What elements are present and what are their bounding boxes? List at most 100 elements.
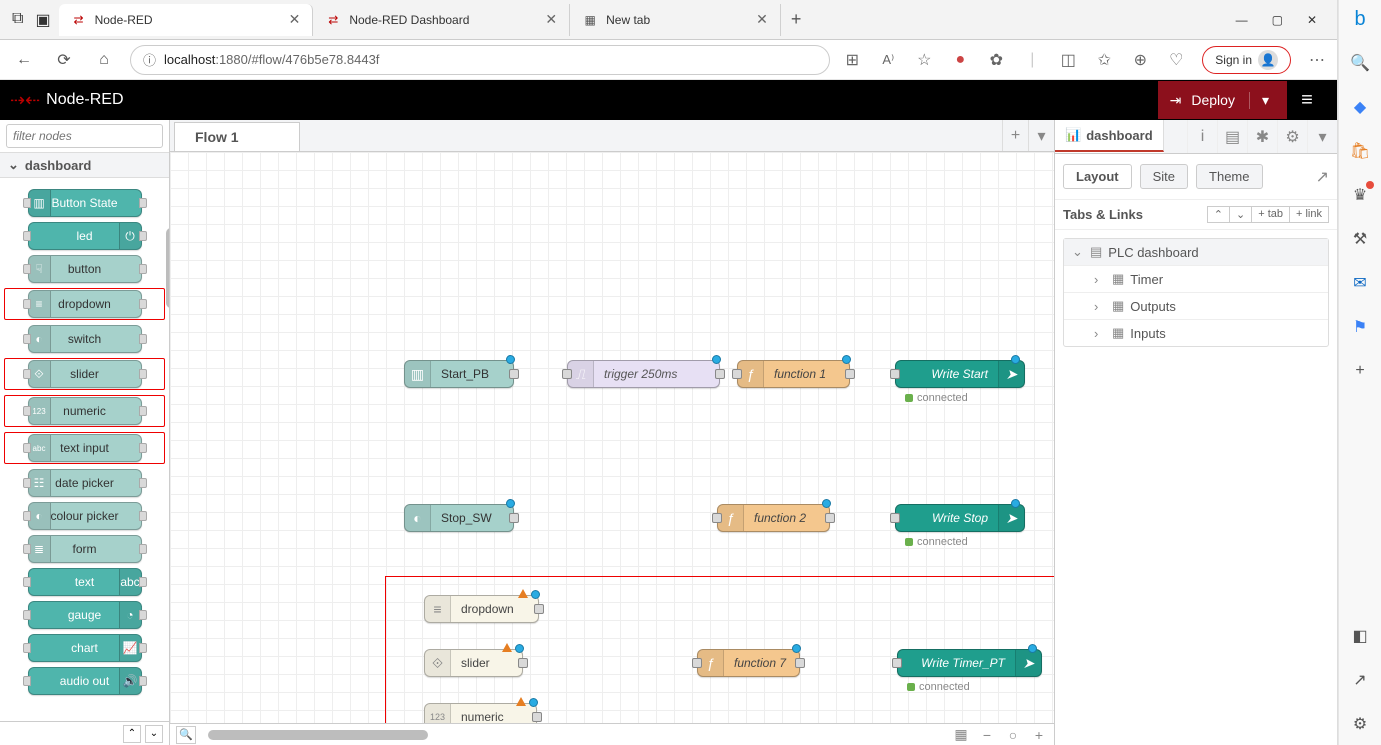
shopping-icon[interactable]: 🛍: [1349, 140, 1371, 162]
tree-item-root[interactable]: ⌄ ▤ PLC dashboard: [1064, 239, 1328, 266]
palette-node-gauge[interactable]: gauge◔: [28, 601, 142, 629]
palette-node-text[interactable]: textabc: [28, 568, 142, 596]
diamond-icon[interactable]: ◆: [1349, 96, 1371, 118]
add-flow-button[interactable]: +: [1002, 120, 1028, 151]
flow-tab[interactable]: Flow 1: [174, 122, 300, 151]
palette-node-form[interactable]: ≣form: [28, 535, 142, 563]
popout-icon[interactable]: ↗: [1316, 167, 1329, 187]
palette-node-switch[interactable]: ◐switch: [28, 325, 142, 353]
config-tab[interactable]: ⚙: [1277, 120, 1307, 153]
home-icon[interactable]: ⌂: [90, 51, 118, 69]
node-function-1[interactable]: ƒ function 1: [737, 360, 850, 388]
tab-overview-icon[interactable]: ▣: [35, 10, 50, 30]
sidebar-tab-dashboard[interactable]: 📊 dashboard: [1055, 120, 1164, 152]
heart-icon[interactable]: ♡: [1166, 50, 1186, 70]
palette-node-numeric[interactable]: 123numeric: [28, 397, 142, 425]
window-minimize-icon[interactable]: —: [1236, 13, 1248, 27]
node-write-timer[interactable]: Write Timer_PT ➤: [897, 649, 1042, 677]
palette-category-header[interactable]: ⌄ dashboard: [0, 152, 169, 178]
layout-tab[interactable]: Layout: [1063, 164, 1132, 189]
browser-tab-0[interactable]: ⇄ Node-RED ✕: [59, 4, 314, 36]
settings-icon[interactable]: ⚙: [1349, 713, 1371, 735]
tree-item-timer[interactable]: › ▦ Timer: [1064, 266, 1328, 293]
palette-filter-input[interactable]: [6, 124, 163, 148]
main-menu-button[interactable]: ≡: [1287, 89, 1327, 112]
more-icon[interactable]: ⋯: [1307, 50, 1327, 70]
info-tab[interactable]: i: [1187, 120, 1217, 153]
browser-tab-1[interactable]: ⇄ Node-RED Dashboard ✕: [313, 4, 570, 36]
games-icon[interactable]: ♛: [1349, 184, 1371, 206]
browser-tab-2[interactable]: ▦ New tab ✕: [570, 4, 781, 36]
zoom-in-button[interactable]: +: [1030, 727, 1048, 743]
window-close-icon[interactable]: ✕: [1307, 13, 1317, 27]
signin-button[interactable]: Sign in 👤: [1202, 46, 1291, 74]
node-function-7[interactable]: ƒ function 7: [697, 649, 800, 677]
palette-node-chart[interactable]: chart📈: [28, 634, 142, 662]
node-write-start[interactable]: Write Start ➤: [895, 360, 1025, 388]
deploy-button[interactable]: ⇥ Deploy ▾: [1158, 81, 1287, 119]
close-icon[interactable]: ✕: [289, 11, 301, 28]
site-tab[interactable]: Site: [1140, 164, 1188, 189]
node-start-pb[interactable]: ▥ Start_PB: [404, 360, 514, 388]
collapse-all-button[interactable]: ⌃: [123, 725, 141, 743]
palette-node-audio-out[interactable]: audio out🔊: [28, 667, 142, 695]
favorites-bar-icon[interactable]: ✩: [1094, 50, 1114, 70]
node-dropdown[interactable]: ≡ dropdown: [424, 595, 539, 623]
node-function-2[interactable]: ƒ function 2: [717, 504, 830, 532]
refresh-icon[interactable]: ⟳: [50, 50, 78, 70]
tools-icon[interactable]: ⚒: [1349, 228, 1371, 250]
window-maximize-icon[interactable]: ▢: [1272, 13, 1283, 27]
add-tab-button[interactable]: + tab: [1251, 206, 1290, 223]
close-icon[interactable]: ✕: [545, 11, 557, 28]
extensions-icon[interactable]: ✿: [986, 50, 1006, 70]
node-numeric[interactable]: 123 numeric: [424, 703, 537, 723]
horizontal-scrollbar[interactable]: [208, 730, 428, 740]
palette-node-led[interactable]: led⏻: [28, 222, 142, 250]
palette-node-text-input[interactable]: abctext input: [28, 434, 142, 462]
collapse-button[interactable]: ⌄: [1229, 206, 1252, 223]
new-tab-button[interactable]: +: [781, 9, 812, 30]
flow-menu-button[interactable]: ▾: [1028, 120, 1054, 151]
caret-tab[interactable]: ▾: [1307, 120, 1337, 153]
zoom-reset-button[interactable]: ○: [1004, 727, 1022, 743]
outlook-icon[interactable]: ✉: [1349, 272, 1371, 294]
read-aloud-icon[interactable]: A⁾: [878, 52, 898, 68]
qr-icon[interactable]: ⊞: [842, 50, 862, 70]
tree-item-outputs[interactable]: › ▦ Outputs: [1064, 293, 1328, 320]
collections-icon[interactable]: ⊕: [1130, 50, 1150, 70]
site-info-icon[interactable]: ⓘ: [143, 50, 156, 69]
close-icon[interactable]: ✕: [756, 11, 768, 28]
url-field[interactable]: ⓘ localhost:1880/#flow/476b5e78.8443f: [130, 45, 830, 75]
palette-node-slider[interactable]: ⟐slider: [28, 360, 142, 388]
footer-search-button[interactable]: 🔍: [176, 726, 196, 744]
palette-node-button[interactable]: ☟button: [28, 255, 142, 283]
palette-node-dropdown[interactable]: ≡dropdown: [28, 290, 142, 318]
node-stop-sw[interactable]: ◐ Stop_SW: [404, 504, 514, 532]
expand-button[interactable]: ⌃: [1207, 206, 1230, 223]
expand-all-button[interactable]: ⌄: [145, 725, 163, 743]
zoom-out-button[interactable]: −: [978, 727, 996, 743]
favorite-icon[interactable]: ☆: [914, 50, 934, 70]
add-icon[interactable]: +: [1349, 360, 1371, 382]
collapse-sidebar-icon[interactable]: ◧: [1349, 625, 1371, 647]
palette-node-date-picker[interactable]: ☷date picker: [28, 469, 142, 497]
deploy-caret-icon[interactable]: ▾: [1249, 92, 1269, 109]
debug-tab[interactable]: ✱: [1247, 120, 1277, 153]
palette-scrollbar[interactable]: [166, 228, 169, 308]
back-icon[interactable]: ←: [10, 51, 38, 69]
palette-node-colour-picker[interactable]: ◐colour picker: [28, 502, 142, 530]
search-icon[interactable]: 🔍: [1349, 52, 1371, 74]
node-slider[interactable]: ⟐ slider: [424, 649, 523, 677]
navigator-icon[interactable]: ▦: [952, 726, 970, 743]
tree-item-inputs[interactable]: › ▦ Inputs: [1064, 320, 1328, 346]
split-icon[interactable]: ◫: [1058, 50, 1078, 70]
palette-node-Button-State[interactable]: ▥Button State: [28, 189, 142, 217]
node-write-stop[interactable]: Write Stop ➤: [895, 504, 1025, 532]
bing-icon[interactable]: b: [1349, 8, 1371, 30]
help-tab[interactable]: ▤: [1217, 120, 1247, 153]
flag-icon[interactable]: ⚑: [1349, 316, 1371, 338]
tab-actions-icon[interactable]: ⧉: [12, 10, 23, 30]
share-icon[interactable]: ↗: [1349, 669, 1371, 691]
ext-icon[interactable]: ●: [950, 51, 970, 69]
flow-canvas[interactable]: ▥ Start_PB ⎍ trigger 250ms ƒ function 1: [170, 152, 1054, 723]
